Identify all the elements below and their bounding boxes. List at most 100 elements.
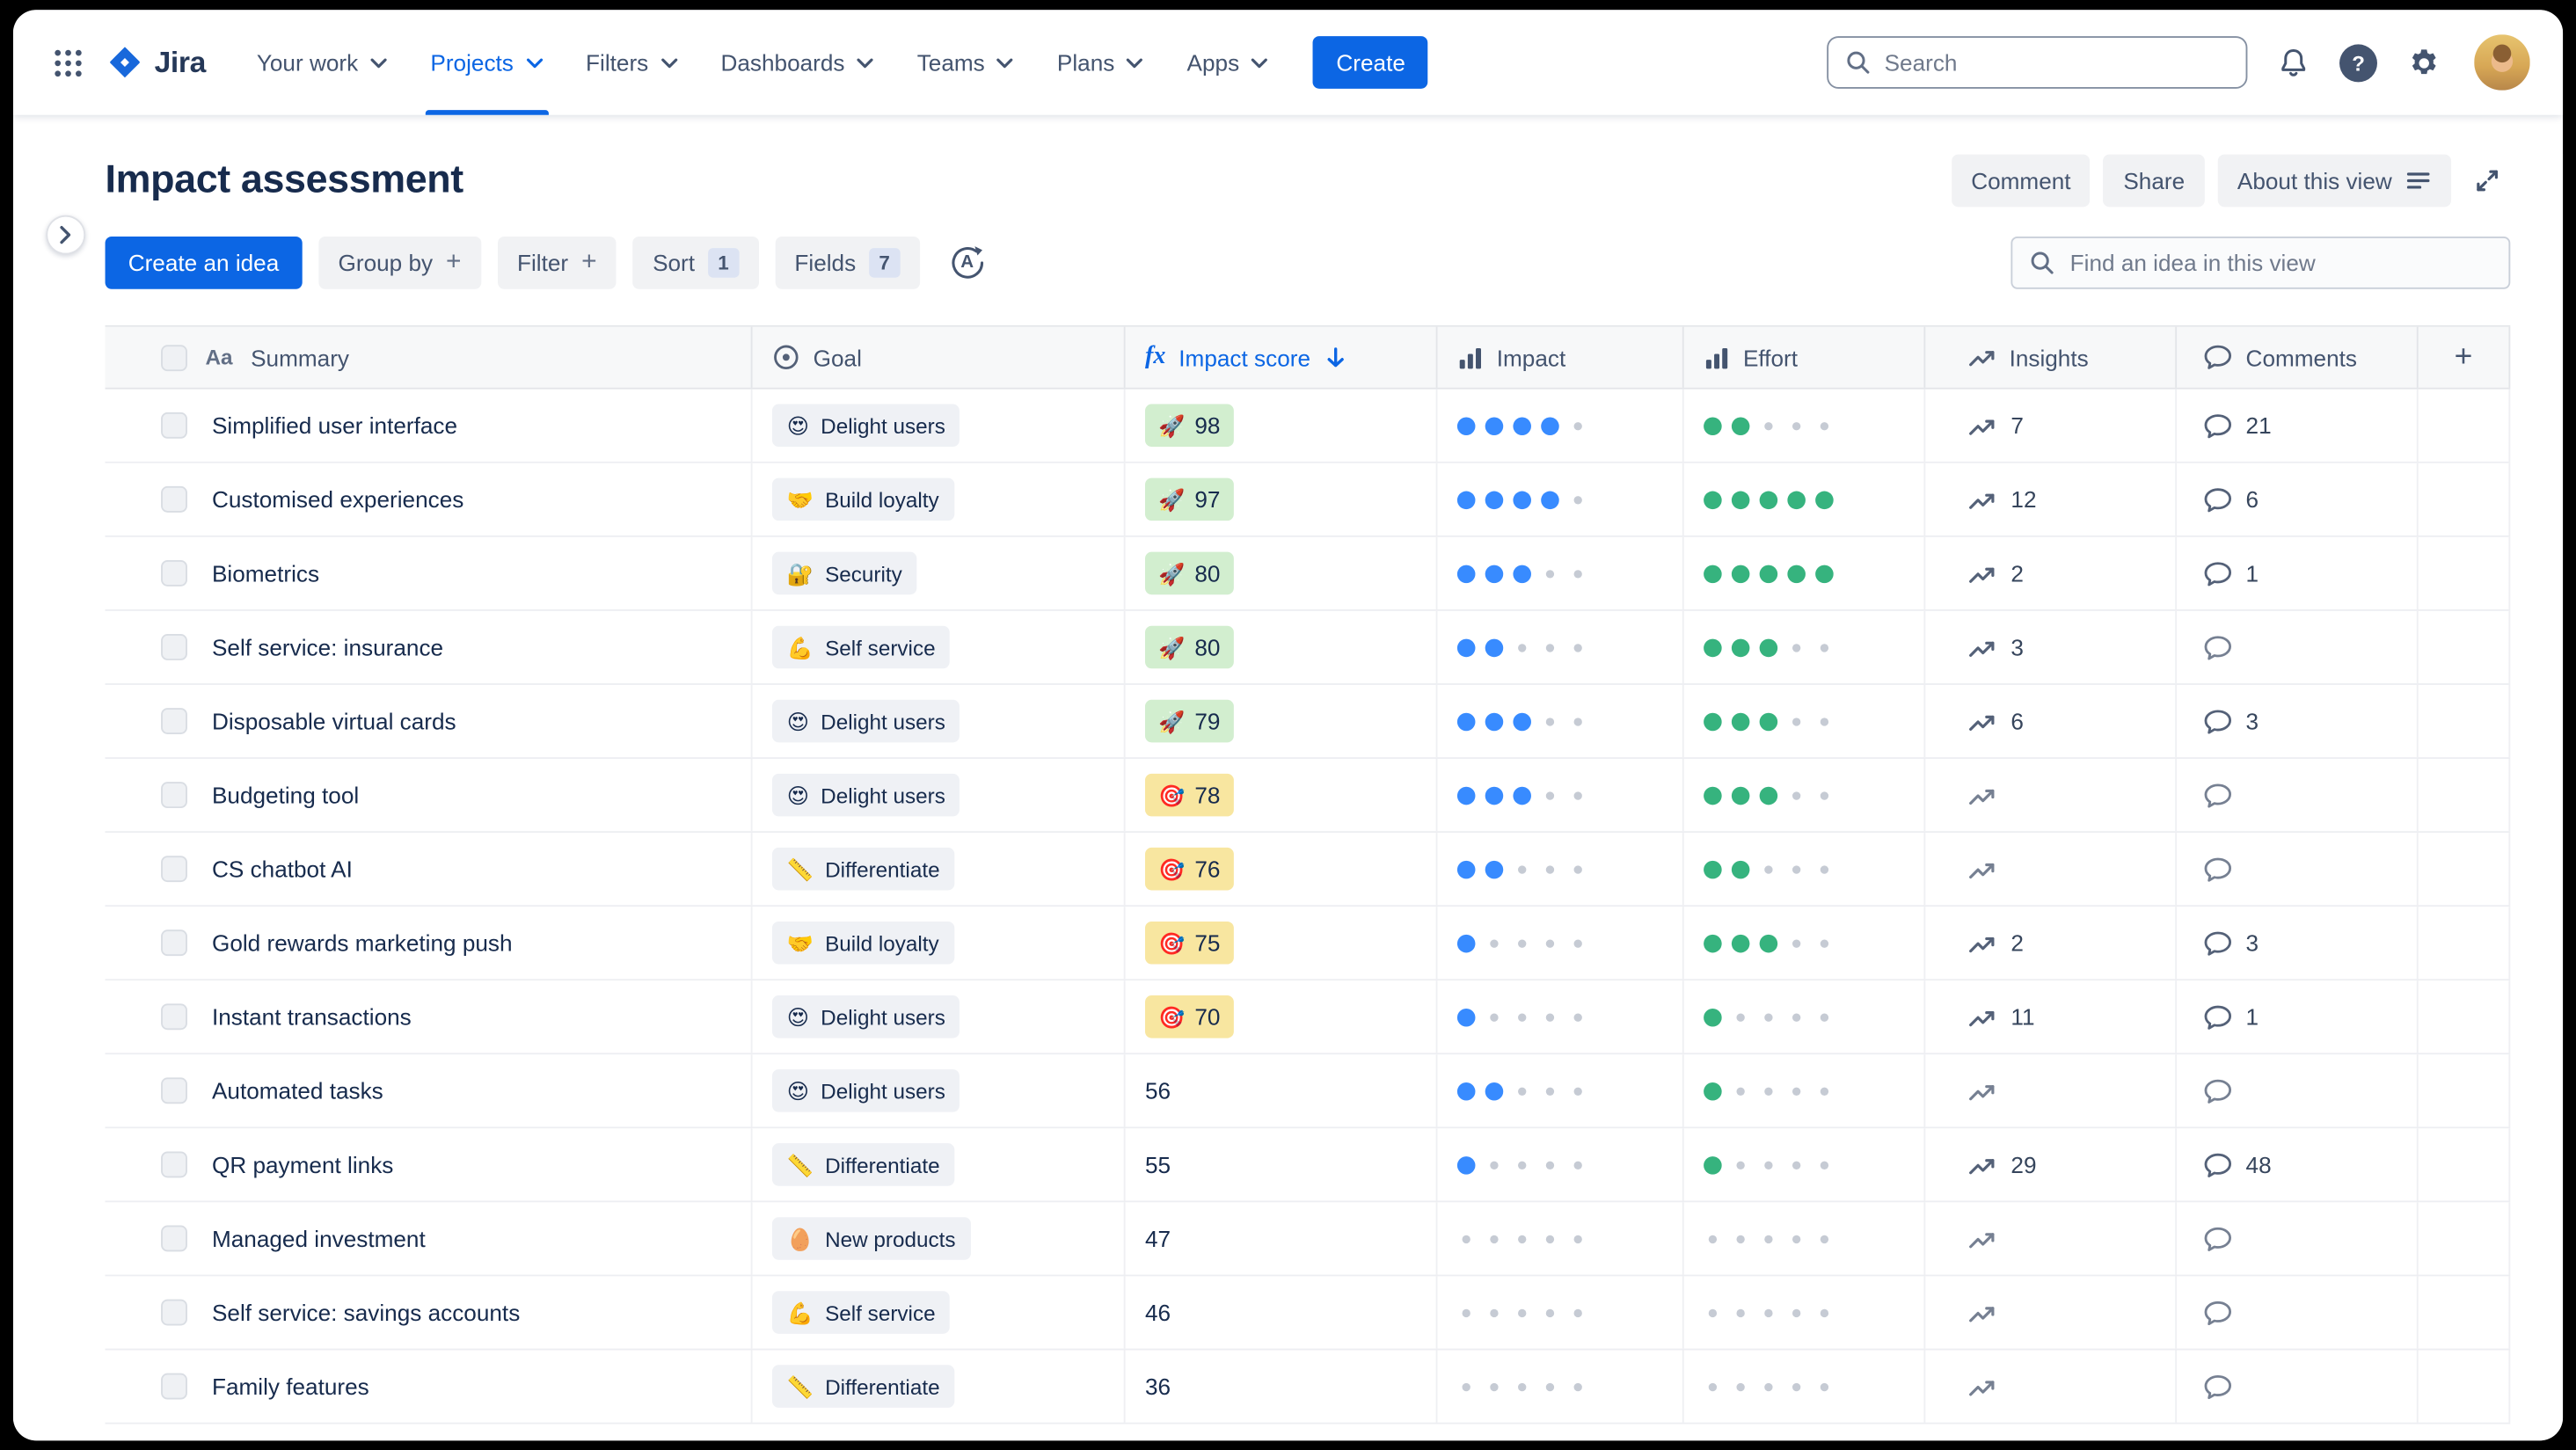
nav-item-filters[interactable]: Filters xyxy=(565,10,699,115)
share-button[interactable]: Share xyxy=(2103,154,2205,208)
impact-score-badge[interactable]: 56 xyxy=(1145,1069,1171,1112)
comments-cell[interactable]: 1 xyxy=(2177,536,2419,610)
goal-chip[interactable]: 😍 Delight users xyxy=(771,404,960,448)
help-icon[interactable]: ? xyxy=(2339,43,2377,82)
insights-cell[interactable]: 7 xyxy=(1925,389,2178,462)
effort-rating[interactable] xyxy=(1684,1350,1926,1423)
find-idea-input[interactable] xyxy=(2069,249,2492,276)
column-header-summary[interactable]: Aa Summary xyxy=(106,326,753,388)
goal-chip[interactable]: 😍 Delight users xyxy=(771,699,960,743)
impact-score-badge[interactable]: 🎯 76 xyxy=(1144,847,1234,891)
column-header-impact-score[interactable]: fx Impact score xyxy=(1126,326,1438,388)
impact-score-badge[interactable]: 🚀 80 xyxy=(1144,625,1234,669)
impact-rating[interactable] xyxy=(1438,610,1684,684)
filter-button[interactable]: Filter + xyxy=(497,236,617,289)
idea-summary[interactable]: Simplified user interface xyxy=(212,412,457,439)
global-search[interactable] xyxy=(1827,36,2248,89)
translate-icon[interactable]: A xyxy=(945,242,989,285)
impact-rating[interactable] xyxy=(1438,980,1684,1053)
effort-rating[interactable] xyxy=(1684,1128,1926,1201)
impact-rating[interactable] xyxy=(1438,1128,1684,1201)
comments-cell[interactable]: 48 xyxy=(2177,1128,2419,1201)
goal-chip[interactable]: 😍 Delight users xyxy=(771,995,960,1038)
row-checkbox[interactable] xyxy=(161,1077,187,1104)
nav-item-teams[interactable]: Teams xyxy=(895,10,1035,115)
avatar[interactable] xyxy=(2474,34,2530,91)
goal-chip[interactable]: 💪 Self service xyxy=(771,1291,951,1334)
row-checkbox[interactable] xyxy=(161,708,187,734)
comments-cell[interactable] xyxy=(2177,1202,2419,1275)
table-row[interactable]: Self service: insurance 💪 Self service 🚀… xyxy=(105,610,2511,685)
impact-rating[interactable] xyxy=(1438,1202,1684,1275)
effort-rating[interactable] xyxy=(1684,684,1926,758)
column-header-insights[interactable]: Insights xyxy=(1925,326,2178,388)
notifications-icon[interactable] xyxy=(2271,40,2317,85)
comments-cell[interactable] xyxy=(2177,1054,2419,1127)
idea-summary[interactable]: CS chatbot AI xyxy=(212,856,353,882)
row-checkbox[interactable] xyxy=(161,1299,187,1326)
impact-score-badge[interactable]: 47 xyxy=(1145,1217,1171,1260)
idea-summary[interactable]: QR payment links xyxy=(212,1151,393,1177)
table-row[interactable]: Family features 📏 Differentiate 36 xyxy=(105,1350,2511,1424)
fullscreen-icon[interactable] xyxy=(2464,157,2510,203)
idea-summary[interactable]: Budgeting tool xyxy=(212,782,359,808)
impact-rating[interactable] xyxy=(1438,684,1684,758)
sort-button[interactable]: Sort 1 xyxy=(632,236,759,289)
nav-item-projects[interactable]: Projects xyxy=(409,10,565,115)
table-row[interactable]: Budgeting tool 😍 Delight users 🎯 78 xyxy=(105,759,2511,834)
effort-rating[interactable] xyxy=(1684,610,1926,684)
impact-rating[interactable] xyxy=(1438,907,1684,980)
goal-chip[interactable]: 🥚 New products xyxy=(771,1217,971,1260)
idea-summary[interactable]: Self service: insurance xyxy=(212,634,443,660)
comments-cell[interactable]: 6 xyxy=(2177,463,2419,536)
idea-summary[interactable]: Customised experiences xyxy=(212,486,463,513)
goal-chip[interactable]: 😍 Delight users xyxy=(771,773,960,817)
global-search-input[interactable] xyxy=(1884,49,2229,76)
insights-cell[interactable] xyxy=(1925,1350,2178,1423)
row-checkbox[interactable] xyxy=(161,412,187,439)
row-checkbox[interactable] xyxy=(161,856,187,883)
effort-rating[interactable] xyxy=(1684,833,1926,906)
nav-item-your-work[interactable]: Your work xyxy=(236,10,410,115)
impact-score-badge[interactable]: 🚀 80 xyxy=(1144,551,1234,595)
table-row[interactable]: CS chatbot AI 📏 Differentiate 🎯 76 xyxy=(105,833,2511,907)
impact-rating[interactable] xyxy=(1438,1350,1684,1423)
column-header-impact[interactable]: Impact xyxy=(1438,326,1684,388)
impact-score-badge[interactable]: 🎯 78 xyxy=(1144,773,1234,817)
table-row[interactable]: Gold rewards marketing push 🤝 Build loya… xyxy=(105,907,2511,981)
insights-cell[interactable] xyxy=(1925,1054,2178,1127)
row-checkbox[interactable] xyxy=(161,1151,187,1178)
table-row[interactable]: Customised experiences 🤝 Build loyalty 🚀… xyxy=(105,463,2511,537)
goal-chip[interactable]: 😍 Delight users xyxy=(771,1069,960,1112)
impact-score-badge[interactable]: 🚀 98 xyxy=(1144,404,1234,448)
impact-rating[interactable] xyxy=(1438,833,1684,906)
impact-score-badge[interactable]: 🚀 97 xyxy=(1144,477,1234,521)
effort-rating[interactable] xyxy=(1684,463,1926,536)
insights-cell[interactable]: 12 xyxy=(1925,463,2178,536)
comments-cell[interactable] xyxy=(2177,1350,2419,1423)
impact-score-badge[interactable]: 🎯 75 xyxy=(1144,921,1234,965)
comments-cell[interactable] xyxy=(2177,759,2419,832)
impact-score-badge[interactable]: 55 xyxy=(1145,1143,1171,1186)
table-row[interactable]: Self service: savings accounts 💪 Self se… xyxy=(105,1276,2511,1351)
column-header-goal[interactable]: Goal xyxy=(753,326,1126,388)
impact-score-badge[interactable]: 46 xyxy=(1145,1291,1171,1334)
goal-chip[interactable]: 🤝 Build loyalty xyxy=(771,477,954,521)
impact-score-badge[interactable]: 🎯 70 xyxy=(1144,995,1234,1038)
goal-chip[interactable]: 🤝 Build loyalty xyxy=(771,921,954,965)
insights-cell[interactable]: 29 xyxy=(1925,1128,2178,1201)
goal-chip[interactable]: 📏 Differentiate xyxy=(771,1365,955,1408)
goal-chip[interactable]: 📏 Differentiate xyxy=(771,847,955,891)
effort-rating[interactable] xyxy=(1684,1054,1926,1127)
row-checkbox[interactable] xyxy=(161,782,187,809)
effort-rating[interactable] xyxy=(1684,980,1926,1053)
table-row[interactable]: Biometrics 🔐 Security 🚀 80 2 1 xyxy=(105,536,2511,611)
group-by-button[interactable]: Group by + xyxy=(318,236,481,289)
idea-summary[interactable]: Instant transactions xyxy=(212,1003,412,1030)
insights-cell[interactable]: 2 xyxy=(1925,536,2178,610)
effort-rating[interactable] xyxy=(1684,1202,1926,1275)
insights-cell[interactable] xyxy=(1925,1276,2178,1349)
column-header-effort[interactable]: Effort xyxy=(1684,326,1926,388)
app-switcher-icon[interactable] xyxy=(46,40,90,84)
insights-cell[interactable]: 3 xyxy=(1925,610,2178,684)
